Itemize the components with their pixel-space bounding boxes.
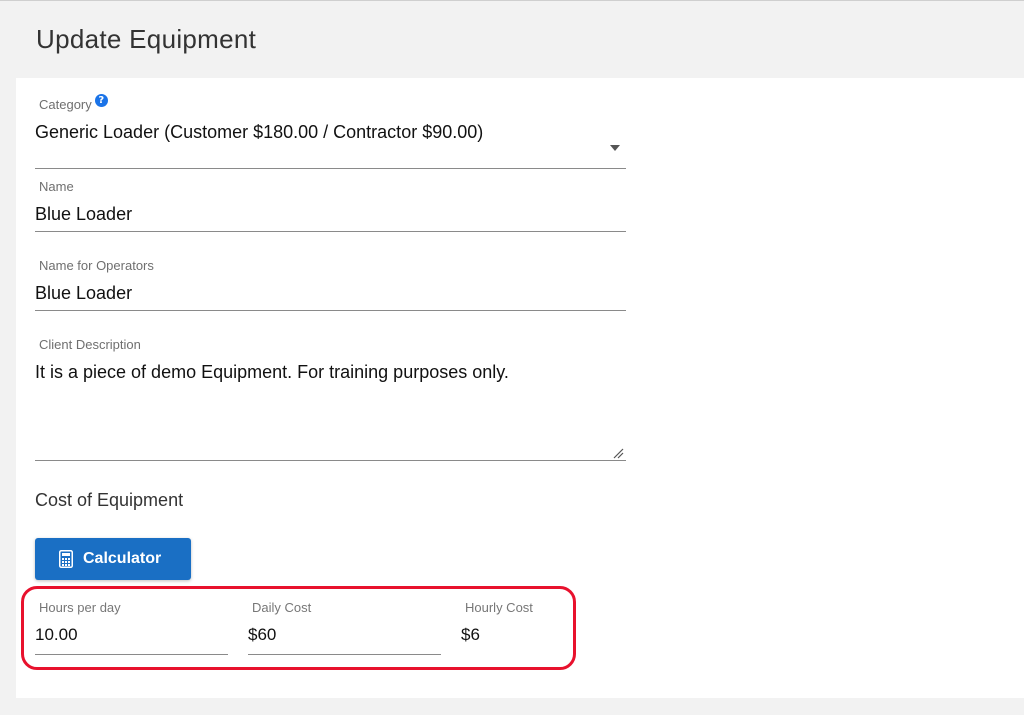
client-description-value: It is a piece of demo Equipment. For tra… (35, 362, 509, 382)
category-underline (35, 168, 626, 169)
hours-per-day-input[interactable]: Hours per day 10.00 (35, 600, 228, 656)
chevron-down-icon[interactable] (610, 145, 620, 151)
calculator-button[interactable]: Calculator (35, 538, 191, 580)
daily-cost-input[interactable]: Daily Cost $60 (248, 600, 441, 656)
category-value: Generic Loader (Customer $180.00 / Contr… (35, 122, 484, 142)
client-description-underline (35, 460, 626, 461)
hours-per-day-label: Hours per day (39, 600, 121, 615)
hours-per-day-value: 10.00 (35, 625, 78, 644)
operator-name-underline (35, 310, 626, 311)
hours-per-day-underline (35, 654, 228, 655)
name-label: Name (39, 179, 74, 194)
name-value: Blue Loader (35, 204, 133, 224)
client-description-textarea[interactable]: Client Description It is a piece of demo… (35, 336, 626, 462)
daily-cost-underline (248, 654, 441, 655)
page-title: Update Equipment (36, 24, 257, 54)
daily-cost-label: Daily Cost (252, 600, 312, 615)
calculator-icon (59, 550, 73, 568)
category-label: Category (39, 97, 92, 112)
calculator-button-label: Calculator (83, 550, 162, 567)
top-border (0, 0, 1024, 1)
hourly-cost-value: $6 (461, 625, 480, 644)
name-field[interactable]: Name Blue Loader (35, 178, 626, 234)
question-circle-icon[interactable]: ? (94, 94, 108, 107)
daily-cost-value: $60 (248, 625, 277, 644)
operator-name-value: Blue Loader (35, 283, 133, 303)
resize-handle-icon[interactable] (612, 447, 624, 459)
operator-name-label: Name for Operators (39, 258, 154, 273)
cost-section-title: Cost of Equipment (35, 490, 184, 510)
operator-name-field[interactable]: Name for Operators Blue Loader (35, 257, 626, 313)
hourly-cost-display: Hourly Cost $6 (461, 600, 581, 656)
category-select[interactable]: Category? Generic Loader (Customer $180.… (35, 94, 626, 169)
client-description-label: Client Description (39, 337, 141, 352)
equipment-form-card: Category? Generic Loader (Customer $180.… (16, 78, 1024, 698)
name-underline (35, 231, 626, 232)
hourly-cost-label: Hourly Cost (465, 600, 533, 615)
